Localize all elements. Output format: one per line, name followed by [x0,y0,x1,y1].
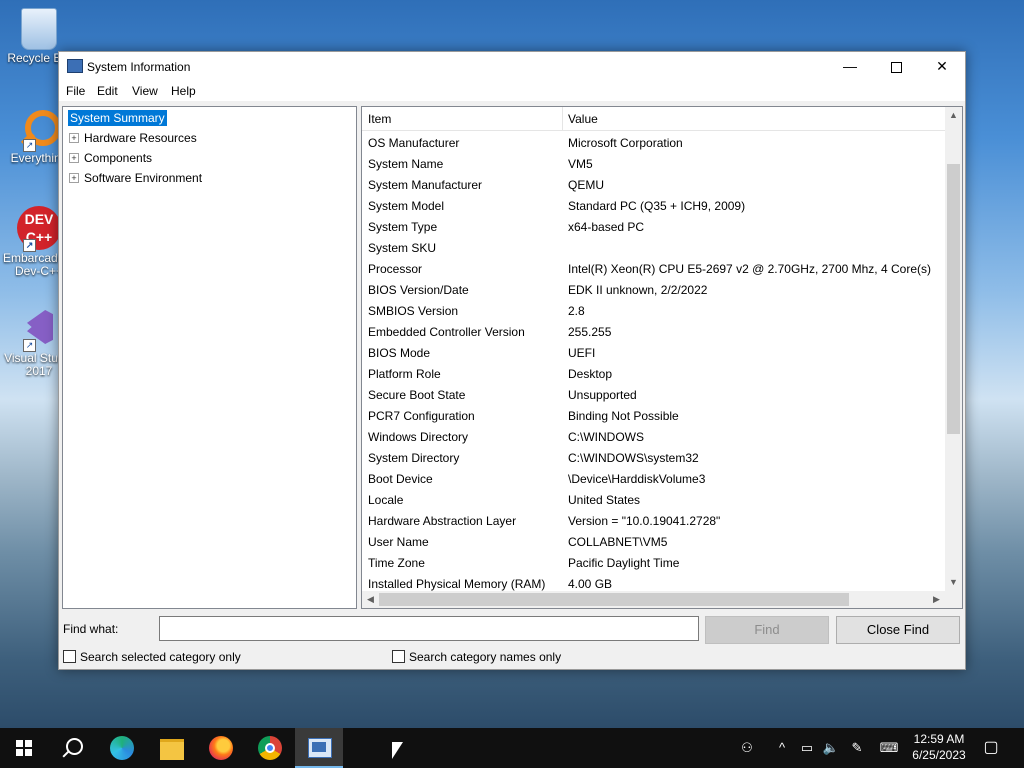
taskbar-chrome[interactable] [246,728,294,768]
system-information-app-icon [67,59,83,73]
table-row[interactable]: User Name COLLABNET\VM5 [362,531,945,552]
table-row[interactable]: System Manufacturer QEMU [362,174,945,195]
table-row[interactable]: BIOS Version/Date EDK II unknown, 2/2/202… [362,279,945,300]
checkbox-icon[interactable] [392,650,405,664]
menu-bar: File Edit View Help [59,81,965,101]
horizontal-scrollbar[interactable]: ◀ ▶ [362,591,945,608]
details-list[interactable]: Item Value OS Manufacturer Microsoft Corp… [361,106,963,609]
table-row[interactable]: Windows Directory C:\WINDOWS [362,426,945,447]
expand-icon[interactable]: + [69,172,79,183]
taskbar-edge[interactable] [98,728,146,768]
mouse-cursor-icon [392,742,403,759]
taskbar: ⚇ ^ ▭ 🔈 ✎ ⌨ 12:59 AM 6/25/2023 ▢ [0,728,1024,768]
table-row[interactable]: Locale United States [362,489,945,510]
table-row[interactable]: Secure Boot State Unsupported [362,384,945,405]
checkbox-icon[interactable] [63,650,76,664]
horizontal-scroll-thumb[interactable] [379,593,849,606]
list-header: Item Value [362,107,945,131]
tree-item-software-environment[interactable]: + Software Environment [69,171,202,185]
vertical-scroll-thumb[interactable] [947,164,960,434]
scroll-right-icon[interactable]: ▶ [928,591,945,608]
keyboard-icon[interactable]: ⌨ [876,728,902,768]
title-bar[interactable]: System Information — ✕ [59,52,965,81]
table-row[interactable]: PCR7 Configuration Binding Not Possible [362,405,945,426]
scrollbar-corner [945,591,962,608]
expand-icon[interactable]: + [69,152,79,163]
edge-icon [110,736,134,760]
pen-icon[interactable]: ✎ [846,728,868,768]
search-icon [66,738,83,755]
clock-time: 12:59 AM [913,732,965,746]
table-row[interactable]: Installed Physical Memory (RAM) 4.00 GB [362,573,945,592]
taskbar-system-information[interactable] [295,728,343,768]
table-row[interactable]: Platform Role Desktop [362,363,945,384]
expand-icon[interactable]: + [69,132,79,143]
folder-icon [160,739,184,760]
minimize-button[interactable]: — [827,52,873,81]
find-button[interactable]: Find [705,616,829,644]
system-information-icon [308,738,332,758]
tree-item-hardware-resources[interactable]: + Hardware Resources [69,131,197,145]
vertical-scrollbar[interactable]: ▲ ▼ [945,107,962,591]
table-row[interactable]: Embedded Controller Version 255.255 [362,321,945,342]
taskbar-file-explorer[interactable] [148,728,196,768]
people-icon[interactable]: ⚇ [734,728,760,768]
table-row[interactable]: Processor Intel(R) Xeon(R) CPU E5-2697 v2… [362,258,945,279]
table-row[interactable]: OS Manufacturer Microsoft Corporation [362,132,945,153]
scroll-up-icon[interactable]: ▲ [945,107,962,124]
firefox-icon [209,736,233,760]
category-tree[interactable]: System Summary + Hardware Resources + Comp… [62,106,357,609]
column-header-item[interactable]: Item [368,112,391,126]
table-row[interactable]: Time Zone Pacific Daylight Time [362,552,945,573]
find-what-label: Find what: [63,622,119,636]
scroll-left-icon[interactable]: ◀ [362,591,379,608]
clock-date: 6/25/2023 [912,748,966,762]
find-what-input[interactable] [159,616,699,641]
search-category-names-checkbox[interactable]: Search category names only [392,650,561,664]
table-row[interactable]: System Model Standard PC (Q35 + ICH9, 200… [362,195,945,216]
menu-view[interactable]: View [132,84,158,98]
start-button[interactable] [0,728,48,768]
column-header-value[interactable]: Value [568,112,598,126]
notifications-icon[interactable]: ▢ [978,728,1004,768]
table-row[interactable]: System Directory C:\WINDOWS\system32 [362,447,945,468]
close-button[interactable]: ✕ [919,52,965,81]
chevron-up-icon[interactable]: ^ [772,728,792,768]
magnifier-icon: ↗ [17,106,61,152]
maximize-icon [890,61,902,73]
tree-item-components[interactable]: + Components [69,151,152,165]
windows-logo-icon [16,740,32,756]
window-title: System Information [87,60,191,74]
menu-edit[interactable]: Edit [97,84,118,98]
recycle-bin-icon [21,8,57,50]
network-icon[interactable]: ▭ [796,728,818,768]
system-information-window: System Information — ✕ File Edit View He… [58,51,966,670]
chrome-icon [258,736,282,760]
taskbar-firefox[interactable] [197,728,245,768]
list-rows: OS Manufacturer Microsoft Corporation Sys… [362,132,945,592]
menu-file[interactable]: File [66,84,85,98]
devcpp-icon: DEV C++ ↗ [17,206,61,252]
volume-muted-icon[interactable]: 🔈 [820,728,842,768]
close-find-button[interactable]: Close Find [836,616,960,644]
menu-help[interactable]: Help [171,84,196,98]
table-row[interactable]: BIOS Mode UEFI [362,342,945,363]
column-divider[interactable] [562,107,563,130]
table-row[interactable]: System Type x64-based PC [362,216,945,237]
search-selected-category-checkbox[interactable]: Search selected category only [63,650,241,664]
table-row[interactable]: SMBIOS Version 2.8 [362,300,945,321]
table-row[interactable]: System Name VM5 [362,153,945,174]
table-row[interactable]: Hardware Abstraction Layer Version = "10.… [362,510,945,531]
table-row[interactable]: Boot Device \Device\HarddiskVolume3 [362,468,945,489]
taskbar-clock[interactable]: 12:59 AM 6/25/2023 [904,731,974,763]
taskbar-search-button[interactable] [48,728,96,768]
tree-item-system-summary[interactable]: System Summary [68,110,167,126]
maximize-button[interactable] [873,52,919,81]
table-row[interactable]: System SKU [362,237,945,258]
scroll-down-icon[interactable]: ▼ [945,574,962,591]
visual-studio-icon: ↗ [17,306,61,352]
